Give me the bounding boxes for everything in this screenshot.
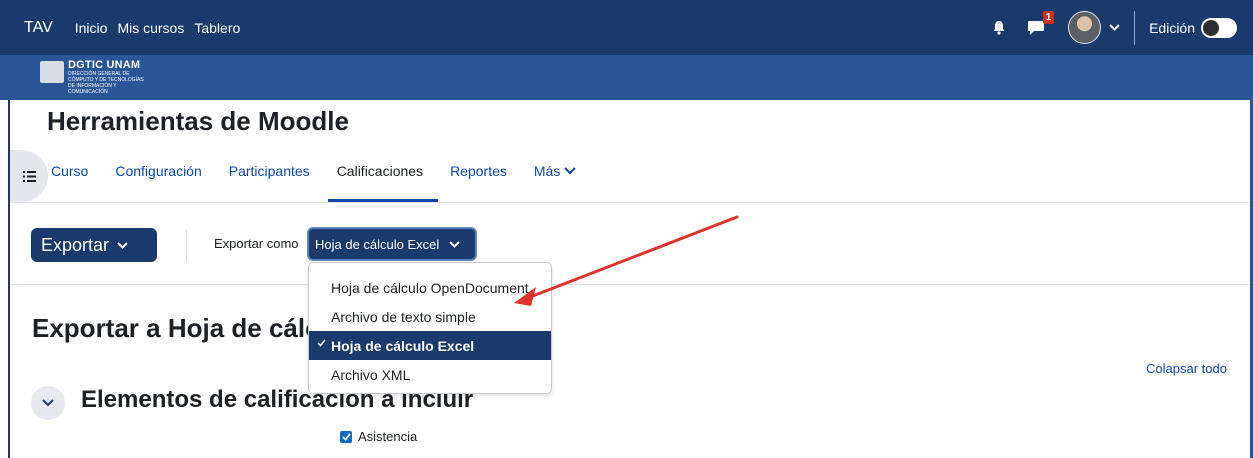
export-menu-button[interactable]: Exportar: [31, 228, 157, 262]
checkbox-asistencia[interactable]: Asistencia: [340, 429, 417, 444]
tab-configuracion[interactable]: Configuración: [115, 163, 201, 179]
course-secondary-nav: Curso Configuración Participantes Califi…: [51, 163, 603, 179]
chevron-down-icon: [42, 399, 54, 407]
export-format-select[interactable]: Hoja de cálculo Excel: [307, 227, 477, 261]
option-label: Archivo de texto simple: [331, 308, 476, 325]
check-icon: [317, 339, 326, 347]
user-avatar[interactable]: [1068, 11, 1102, 44]
nav-link-mis-cursos[interactable]: Mis cursos: [117, 20, 184, 36]
top-navbar: TAV Inicio Mis cursos Tablero 1 Edición: [0, 0, 1253, 55]
option-label: Archivo XML: [331, 366, 411, 383]
option-label: Hoja de cálculo OpenDocument: [331, 279, 529, 296]
checkbox-label: Asistencia: [358, 429, 418, 444]
bell-icon[interactable]: [990, 19, 1008, 37]
selected-format: Hoja de cálculo Excel: [315, 236, 440, 252]
option-opendocument[interactable]: Hoja de cálculo OpenDocument: [309, 273, 551, 302]
tab-participantes[interactable]: Participantes: [229, 163, 310, 179]
navbar-divider: [1134, 10, 1136, 45]
edit-mode-toggle[interactable]: [1201, 17, 1237, 38]
option-xml[interactable]: Archivo XML: [309, 360, 551, 389]
tab-mas[interactable]: Más: [533, 163, 577, 179]
tab-mas-label: Más: [533, 163, 561, 179]
institution-banner: DGTIC UNAM DIRECCIÓN GENERAL DE CÓMPUTO …: [0, 55, 1253, 100]
tab-curso[interactable]: Curso: [51, 163, 88, 179]
logo-subtitle: DIRECCIÓN GENERAL DE CÓMPUTO Y DE TECNOL…: [68, 71, 144, 95]
logo-title: DGTIC UNAM: [68, 59, 141, 71]
accordion-toggle[interactable]: [31, 386, 65, 420]
option-excel[interactable]: Hoja de cálculo Excel: [309, 331, 551, 360]
export-as-label: Exportar como: [214, 236, 299, 251]
list-icon: [22, 170, 36, 182]
notification-badge: 1: [1043, 10, 1055, 24]
option-texto-simple[interactable]: Archivo de texto simple: [309, 302, 551, 331]
tab-calificaciones[interactable]: Calificaciones: [337, 163, 423, 179]
option-label: Hoja de cálculo Excel: [331, 337, 475, 354]
nav-link-inicio[interactable]: Inicio: [75, 20, 108, 36]
unam-seal-icon: [40, 61, 64, 83]
chevron-down-icon: [564, 167, 577, 175]
checkbox-icon[interactable]: [340, 430, 352, 443]
dgtic-logo: DGTIC UNAM DIRECCIÓN GENERAL DE CÓMPUTO …: [40, 59, 150, 95]
tabs-divider: [10, 202, 1250, 203]
chevron-down-icon: [117, 241, 128, 249]
content-divider: [10, 284, 1250, 285]
tab-reportes[interactable]: Reportes: [450, 163, 507, 179]
course-index-toggle[interactable]: [10, 150, 48, 202]
navbar-user-area: 1 Edición: [990, 0, 1253, 55]
export-button-label: Exportar: [41, 234, 110, 255]
export-format-dropdown: Hoja de cálculo OpenDocument Archivo de …: [308, 262, 552, 394]
edit-mode-label: Edición: [1149, 19, 1195, 36]
collapse-all-link[interactable]: Colapsar todo: [1146, 361, 1227, 376]
chevron-down-icon: [449, 240, 461, 248]
site-brand[interactable]: TAV: [24, 19, 53, 37]
toolbar-separator: [186, 229, 187, 261]
user-menu-chevron-icon[interactable]: [1109, 24, 1120, 31]
messages-button[interactable]: 1: [1026, 10, 1055, 38]
course-title: Herramientas de Moodle: [47, 106, 349, 136]
nav-link-tablero[interactable]: Tablero: [194, 20, 240, 36]
